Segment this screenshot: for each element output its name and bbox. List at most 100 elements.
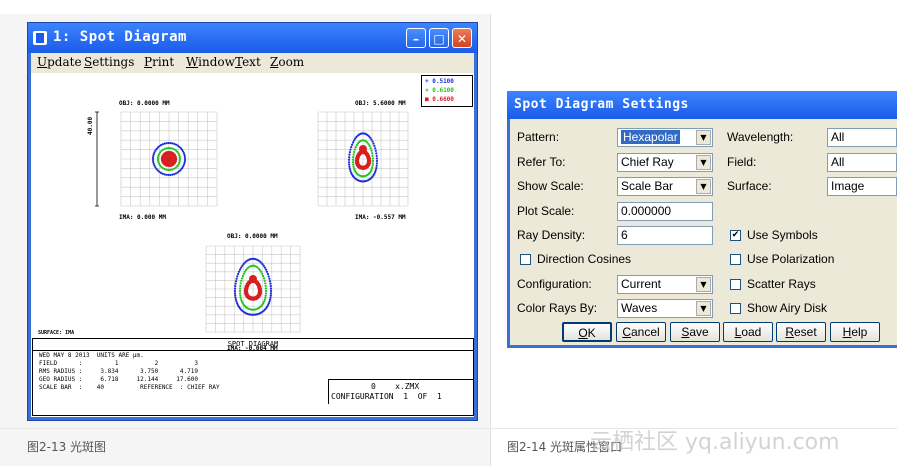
menu-update[interactable]: Update [37,55,82,69]
spot-point [269,287,273,290]
chevron-down-icon[interactable]: ▼ [696,155,711,170]
spot-point [169,146,172,150]
spot-point [264,296,267,300]
menu-update-label: pdate [47,55,82,69]
field-label: Field: [727,155,757,169]
ok-button[interactable]: OK [562,322,612,342]
ima-label-1: IMA: 0.000 MM [119,214,166,221]
refer-to-select[interactable]: Chief Ray ▼ [617,153,713,172]
show-airy-checkbox[interactable] [730,303,741,314]
app-icon [33,31,47,45]
menu-text[interactable]: Text [235,55,261,69]
use-polarization-checkbox[interactable] [730,254,741,265]
wavelength-select[interactable]: All [827,128,897,147]
obj-label-3: OBJ: 0.0000 MM [227,233,278,240]
close-button[interactable]: ✕ [452,28,472,48]
menu-print[interactable]: Print [144,55,174,69]
spot-point [371,152,374,155]
ray-density-input[interactable]: 6 [617,226,713,245]
spot-point [237,270,241,273]
spot-point [351,161,355,164]
spot-point [157,160,160,164]
menu-print-label: rint [152,55,175,69]
reset-button[interactable]: Reset [776,322,826,342]
legend-item: ■ 0.6600 [425,96,454,103]
save-button[interactable]: Save [670,322,720,342]
load-button[interactable]: Load [723,322,773,342]
spot-point [372,142,375,145]
window-title: 1: Spot Diagram [53,29,187,45]
direction-cosines-label: Direction Cosines [537,252,632,266]
show-scale-select[interactable]: Scale Bar ▼ [617,177,713,196]
help-button[interactable]: Help [830,322,880,342]
minimize-button[interactable]: – [406,28,426,48]
spot-point [348,167,351,171]
configuration-select[interactable]: Current ▼ [617,275,713,294]
chevron-down-icon[interactable]: ▼ [696,301,711,316]
spot-settings-dialog: Spot Diagram Settings Pattern: Hexapolar… [507,91,897,348]
chevron-down-icon[interactable]: ▼ [696,130,711,145]
spot-point [348,165,351,168]
info-geo: GEO RADIUS : 6.718 12.144 17.600 [39,376,198,383]
color-rays-select[interactable]: Waves ▼ [617,299,713,318]
spot-point [240,277,244,280]
spot-point [261,272,264,275]
spot-point [371,166,374,169]
spot-point [264,292,268,295]
dialog-titlebar[interactable]: Spot Diagram Settings [507,91,897,119]
scale-bar [95,111,99,207]
use-polarization-label: Use Polarization [747,252,835,266]
spot-point [165,147,168,150]
plot-scale-input[interactable]: 0.000000 [617,202,713,221]
spot-point [239,294,242,297]
spot-diagram-titlebar[interactable]: 1: Spot Diagram – □ ✕ [28,23,477,53]
spot-point [167,141,170,145]
spot-point [348,153,351,156]
spot-point [262,277,266,280]
obj-label-2: OBJ: 5.6000 MM [355,100,406,107]
field-select[interactable]: All [827,153,897,172]
spot-point [165,168,168,171]
menu-zoom[interactable]: Zoom [270,55,304,69]
spot-point [264,289,268,293]
spot-point [238,268,242,271]
surface-label: SURFACE: IMA [38,330,75,336]
spot-point [156,156,160,160]
info-scale: SCALE BAR : 40 REFERENCE : CHIEF RAY [39,384,220,391]
use-symbols-label: Use Symbols [747,228,818,242]
dialog-body: Pattern: Hexapolar ▼ Refer To: Chief Ray ▼… [510,119,897,345]
pattern-select[interactable]: Hexapolar ▼ [617,128,713,147]
spot-point [347,161,351,164]
info-date: WED MAY 8 2013 UNITS ARE µm. [39,352,144,359]
spot-point [374,147,377,150]
surface-select[interactable]: Image [827,177,897,196]
cancel-button[interactable]: Cancel [616,322,666,342]
menu-window[interactable]: Window [186,55,235,69]
spot-point [352,153,355,156]
scatter-rays-checkbox[interactable] [730,279,741,290]
use-symbols-checkbox[interactable]: ✔ [730,230,741,241]
spot-point [375,154,378,158]
spot-point [238,289,242,293]
menu-settings[interactable]: Settings [84,55,134,69]
spot-point [260,270,263,273]
legend-item: × 0.6100 [425,87,454,94]
spot-point [264,282,267,285]
obj-label-1: OBJ: 0.0000 MM [119,100,170,107]
spot-point [352,165,355,168]
show-scale-label: Show Scale: [517,179,584,193]
spot-point [234,280,238,283]
maximize-button[interactable]: □ [429,28,449,48]
spot-point [351,141,355,144]
menu-settings-label: ettings [92,55,135,69]
spot-point [240,298,243,302]
direction-cosines-checkbox[interactable] [520,254,531,265]
spot-point [370,149,373,152]
chevron-down-icon[interactable]: ▼ [696,277,711,292]
show-airy-label: Show Airy Disk [747,301,828,315]
spot-point [348,163,351,166]
chevron-down-icon[interactable]: ▼ [696,179,711,194]
menu-window-label: indow [198,55,235,69]
spot-point [234,296,237,299]
spot-point [373,144,376,147]
